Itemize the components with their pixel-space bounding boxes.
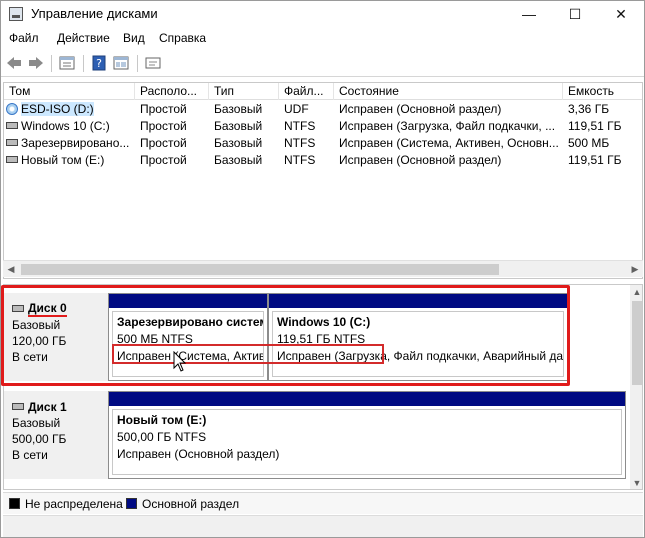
partition-name: Новый том (E:) xyxy=(117,413,207,427)
volume-status: Исправен (Основной раздел) xyxy=(339,153,502,167)
volume-type: Базовый xyxy=(214,136,263,150)
volume-name: Windows 10 (C:) xyxy=(21,119,110,133)
disc-icon xyxy=(6,102,18,115)
column-header-filesystem[interactable]: Файл... xyxy=(279,83,334,100)
partition-size: 500,00 ГБ NTFS xyxy=(117,430,207,444)
menu-view[interactable]: Вид xyxy=(123,31,145,45)
volume-row[interactable]: Зарезервировано... Простой Базовый NTFS … xyxy=(4,135,642,152)
disk-row: Диск 1 Базовый 500,00 ГБ В сети Новый то… xyxy=(4,391,630,479)
partition-bar xyxy=(109,392,625,406)
volume-name: ESD-ISO (D:) xyxy=(21,102,94,116)
volume-capacity: 3,36 ГБ xyxy=(568,102,610,116)
disk-state: В сети xyxy=(12,448,48,462)
scroll-left-icon[interactable]: ◀ xyxy=(3,261,19,278)
volume-type: Базовый xyxy=(214,153,263,167)
volume-filesystem: NTFS xyxy=(284,136,316,150)
volume-filesystem: NTFS xyxy=(284,119,316,133)
disk-name: Диск 1 xyxy=(28,400,67,414)
disk-label[interactable]: Диск 1 Базовый 500,00 ГБ В сети xyxy=(4,391,108,479)
legend-primary-label: Основной раздел xyxy=(142,497,240,511)
legend-unallocated-label: Не распределена xyxy=(25,497,123,511)
title-bar: Управление дисками — ☐ ✕ xyxy=(1,1,644,27)
scroll-down-icon[interactable]: ▼ xyxy=(630,476,642,489)
drive-icon xyxy=(6,156,18,164)
forward-icon[interactable] xyxy=(27,55,45,71)
disk-view-vertical-scrollbar[interactable]: ▲ ▼ xyxy=(630,285,642,489)
legend-unallocated-swatch xyxy=(9,498,20,509)
help-icon[interactable]: ? xyxy=(90,55,108,71)
volume-list: Том Располо... Тип Файл... Состояние Емк… xyxy=(3,82,643,279)
maximize-button[interactable]: ☐ xyxy=(552,1,598,27)
volume-capacity: 500 МБ xyxy=(568,136,610,150)
legend: Не распределена Основной раздел xyxy=(3,492,643,514)
back-icon[interactable] xyxy=(5,55,23,71)
disk-0-highlight-box xyxy=(1,285,570,386)
column-header-type[interactable]: Тип xyxy=(209,83,279,100)
volume-type: Базовый xyxy=(214,102,263,116)
volume-list-horizontal-scrollbar[interactable]: ◀ ▶ xyxy=(3,260,643,277)
volume-status: Исправен (Система, Активен, Основн... xyxy=(339,136,559,150)
column-header-layout[interactable]: Располо... xyxy=(135,83,209,100)
volume-status: Исправен (Загрузка, Файл подкачки, ... xyxy=(339,119,556,133)
volume-layout: Простой xyxy=(140,102,187,116)
volume-layout: Простой xyxy=(140,153,187,167)
console-icon[interactable] xyxy=(112,55,130,71)
disk-size: 500,00 ГБ xyxy=(12,432,67,446)
properties-icon[interactable] xyxy=(58,55,76,71)
menu-help[interactable]: Справка xyxy=(159,31,206,45)
volume-layout: Простой xyxy=(140,119,187,133)
volume-list-header: Том Располо... Тип Файл... Состояние Емк… xyxy=(4,83,642,100)
volume-filesystem: UDF xyxy=(284,102,309,116)
volume-status: Исправен (Основной раздел) xyxy=(339,102,502,116)
toolbar-separator xyxy=(137,55,138,72)
scroll-thumb[interactable] xyxy=(21,264,499,275)
drive-icon xyxy=(6,122,18,130)
volume-row[interactable]: Windows 10 (C:) Простой Базовый NTFS Исп… xyxy=(4,118,642,135)
drive-icon xyxy=(6,139,18,147)
volume-row[interactable]: Новый том (E:) Простой Базовый NTFS Испр… xyxy=(4,152,642,169)
volume-capacity: 119,51 ГБ xyxy=(568,153,622,167)
toolbar-separator xyxy=(83,55,84,72)
disk-management-window: Управление дисками — ☐ ✕ Файл Действие В… xyxy=(0,0,645,538)
volume-name: Новый том (E:) xyxy=(21,153,105,167)
partition-status: Исправен (Основной раздел) xyxy=(117,447,280,461)
toolbar: ? xyxy=(1,51,644,77)
column-header-volume[interactable]: Том xyxy=(4,83,135,100)
menu-action[interactable]: Действие xyxy=(57,31,110,45)
refresh-icon[interactable] xyxy=(144,55,162,71)
volume-type: Базовый xyxy=(214,119,263,133)
column-header-status[interactable]: Состояние xyxy=(334,83,563,100)
menu-file[interactable]: Файл xyxy=(9,31,39,45)
partition-status-highlight-box xyxy=(112,344,384,364)
svg-text:?: ? xyxy=(96,57,102,70)
volume-filesystem: NTFS xyxy=(284,153,316,167)
scroll-thumb[interactable] xyxy=(632,301,642,385)
scroll-up-icon[interactable]: ▲ xyxy=(630,285,642,300)
volume-row[interactable]: ESD-ISO (D:) Простой Базовый UDF Исправе… xyxy=(4,101,642,118)
disk-icon xyxy=(12,402,24,410)
column-header-capacity[interactable]: Емкость xyxy=(563,83,642,100)
toolbar-separator xyxy=(51,55,52,72)
volume-layout: Простой xyxy=(140,136,187,150)
menu-bar: Файл Действие Вид Справка xyxy=(1,29,644,49)
close-button[interactable]: ✕ xyxy=(598,1,644,27)
status-bar xyxy=(3,515,643,537)
disk-management-app-icon xyxy=(9,7,23,21)
minimize-button[interactable]: — xyxy=(506,1,552,27)
window-title: Управление дисками xyxy=(31,6,158,21)
volume-capacity: 119,51 ГБ xyxy=(568,119,622,133)
volume-name: Зарезервировано... xyxy=(21,136,130,150)
disk-type: Базовый xyxy=(12,416,61,430)
legend-primary-swatch xyxy=(126,498,137,509)
mouse-cursor-icon xyxy=(173,350,187,373)
partition-new-volume[interactable]: Новый том (E:) 500,00 ГБ NTFS Исправен (… xyxy=(108,391,626,479)
scroll-right-icon[interactable]: ▶ xyxy=(627,261,643,278)
